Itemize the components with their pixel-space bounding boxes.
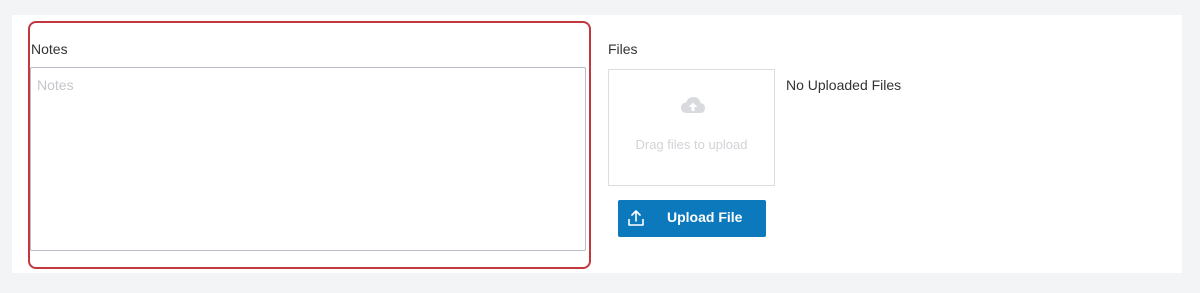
file-dropzone[interactable]: Drag files to upload xyxy=(608,69,775,186)
upload-tray-icon xyxy=(628,210,644,226)
files-label: Files xyxy=(608,41,638,57)
cloud-upload-icon xyxy=(681,97,705,113)
dropzone-text: Drag files to upload xyxy=(635,137,748,152)
notes-textarea[interactable] xyxy=(30,67,586,251)
upload-file-label: Upload File xyxy=(667,209,743,225)
notes-label: Notes xyxy=(31,41,68,57)
upload-file-button[interactable]: Upload File xyxy=(618,200,766,237)
no-uploaded-files-text: No Uploaded Files xyxy=(786,77,902,93)
